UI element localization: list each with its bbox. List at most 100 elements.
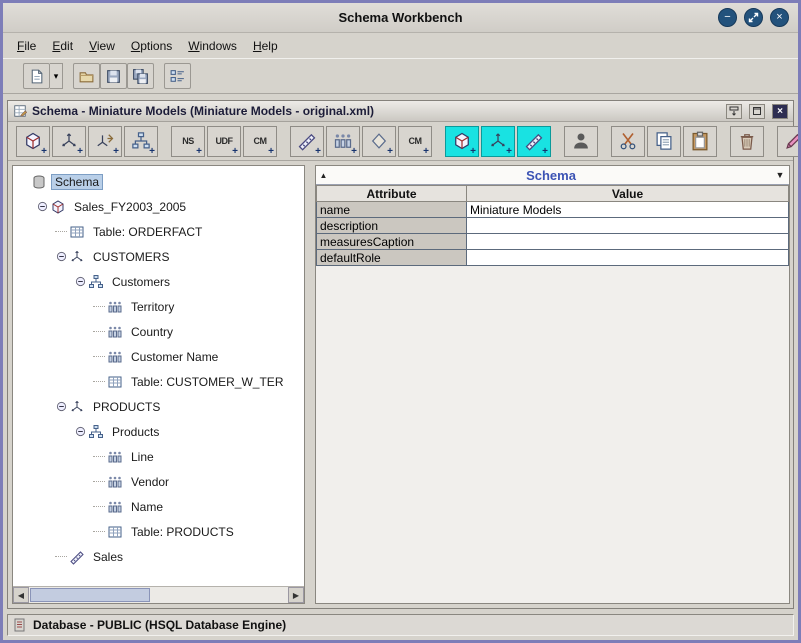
tree-item-level-country[interactable]: Country	[13, 319, 304, 344]
tree-item-label: Sales_FY2003_2005	[70, 199, 190, 215]
value-cell[interactable]	[467, 234, 789, 250]
new-schema-dropdown-button[interactable]: ▾	[50, 63, 63, 89]
tree-item-level-line[interactable]: Line	[13, 444, 304, 469]
minimize-button[interactable]: −	[718, 8, 737, 27]
add-virtual-cube-calculated-member-button[interactable]: CM +	[398, 126, 432, 157]
value-cell[interactable]	[467, 218, 789, 234]
add-role-button[interactable]	[564, 126, 598, 157]
new-schema-button[interactable]	[23, 63, 50, 89]
tree-item-table-customer-w-ter[interactable]: Table: CUSTOMER_W_TER	[13, 369, 304, 394]
properties-dropdown-button[interactable]: ▼	[771, 170, 789, 180]
value-cell[interactable]: Miniature Models	[467, 202, 789, 218]
split-divider[interactable]	[305, 165, 315, 604]
paste-button[interactable]	[683, 126, 717, 157]
add-dimension-usage-button[interactable]: +	[88, 126, 122, 157]
schema-toolbar: + + + + NS +	[8, 122, 793, 161]
cube-icon	[23, 131, 43, 151]
virtual-cube-icon	[452, 131, 472, 151]
dimension-icon	[69, 248, 88, 265]
tree-item-measure-sales[interactable]: Sales	[13, 544, 304, 569]
tree-item-level-vendor[interactable]: Vendor	[13, 469, 304, 494]
save-button[interactable]	[100, 63, 127, 89]
open-button[interactable]	[73, 63, 100, 89]
maximize-button[interactable]	[744, 8, 763, 27]
level-icon	[333, 131, 353, 151]
expander-icon[interactable]	[53, 401, 69, 412]
attribute-cell: defaultRole	[317, 250, 467, 266]
tree-item-label: Table: CUSTOMER_W_TER	[127, 374, 287, 390]
level-icon	[107, 298, 126, 315]
add-level-button[interactable]: +	[326, 126, 360, 157]
property-icon	[369, 131, 389, 151]
scroll-left-button[interactable]: ◀	[13, 587, 29, 603]
add-hierarchy-button[interactable]: +	[124, 126, 158, 157]
add-user-defined-function-button[interactable]: UDF +	[207, 126, 241, 157]
delete-button[interactable]	[730, 126, 764, 157]
dimension-icon	[59, 131, 79, 151]
add-measure-button[interactable]: +	[290, 126, 324, 157]
expander-icon[interactable]	[72, 426, 88, 437]
tree-item-hierarchy-customers[interactable]: Customers	[13, 269, 304, 294]
menu-file[interactable]: File	[9, 36, 44, 56]
add-calculated-member-button[interactable]: CM +	[243, 126, 277, 157]
edit-pencil-icon	[784, 131, 801, 151]
tree-item-level-customer-name[interactable]: Customer Name	[13, 344, 304, 369]
hierarchy-icon	[88, 273, 107, 290]
tree-item-dimension-customers[interactable]: CUSTOMERS	[13, 244, 304, 269]
tree-item-table-products[interactable]: Table: PRODUCTS	[13, 519, 304, 544]
scroll-right-button[interactable]: ▶	[288, 587, 304, 603]
new-schema-icon	[28, 68, 45, 85]
internal-frame-titlebar: Schema - Miniature Models (Miniature Mod…	[8, 101, 793, 122]
tree-item-label: Vendor	[127, 474, 173, 490]
tree-item-level-name[interactable]: Name	[13, 494, 304, 519]
edit-mode-button[interactable]	[777, 126, 801, 157]
frame-iconify-button[interactable]	[726, 104, 742, 119]
tree-item-level-territory[interactable]: Territory	[13, 294, 304, 319]
attribute-column-header: Attribute	[317, 186, 467, 202]
cut-button[interactable]	[611, 126, 645, 157]
tree-item-cube-sales[interactable]: Sales_FY2003_2005	[13, 194, 304, 219]
level-icon	[107, 498, 126, 515]
tree-horizontal-scrollbar[interactable]: ◀ ▶	[13, 586, 304, 603]
schema-tree: Schema Sales_FY2003_2005 Table: ORDERFAC…	[13, 166, 304, 586]
add-cube-button[interactable]: +	[16, 126, 50, 157]
tree-line	[91, 456, 107, 457]
tree-item-label: Name	[127, 499, 167, 515]
preferences-button[interactable]	[164, 63, 191, 89]
table-icon	[107, 523, 126, 540]
menu-windows[interactable]: Windows	[180, 36, 245, 56]
menu-options[interactable]: Options	[123, 36, 180, 56]
expander-icon[interactable]	[34, 201, 50, 212]
frame-close-button[interactable]: ×	[772, 104, 788, 119]
tree-line	[91, 306, 107, 307]
menu-help[interactable]: Help	[245, 36, 286, 56]
chevron-down-icon: ▾	[54, 71, 59, 82]
add-virtual-cube-measure-button[interactable]: +	[517, 126, 551, 157]
scrollbar-thumb[interactable]	[30, 588, 150, 602]
save-as-button[interactable]	[127, 63, 154, 89]
add-named-set-button[interactable]: NS +	[171, 126, 205, 157]
add-virtual-cube-dimension-button[interactable]: +	[481, 126, 515, 157]
tree-item-dimension-products[interactable]: PRODUCTS	[13, 394, 304, 419]
add-dimension-button[interactable]: +	[52, 126, 86, 157]
expander-icon[interactable]	[72, 276, 88, 287]
expander-icon[interactable]	[53, 251, 69, 262]
copy-button[interactable]	[647, 126, 681, 157]
add-property-button[interactable]: +	[362, 126, 396, 157]
collapse-up-button[interactable]: ▲	[316, 167, 331, 184]
tree-item-table-orderfact[interactable]: Table: ORDERFACT	[13, 219, 304, 244]
paste-clipboard-icon	[690, 131, 710, 151]
menu-edit[interactable]: Edit	[44, 36, 81, 56]
close-icon: ×	[776, 12, 782, 23]
add-virtual-cube-button[interactable]: +	[445, 126, 479, 157]
titlebar: Schema Workbench − ×	[3, 3, 798, 33]
frame-maximize-button[interactable]	[749, 104, 765, 119]
menu-view[interactable]: View	[81, 36, 123, 56]
virtual-dimension-icon	[488, 131, 508, 151]
main-toolbar: ▾	[3, 58, 798, 94]
close-button[interactable]: ×	[770, 8, 789, 27]
cube-icon	[50, 198, 69, 215]
tree-item-hierarchy-products[interactable]: Products	[13, 419, 304, 444]
tree-item-schema[interactable]: Schema	[13, 169, 304, 194]
value-cell[interactable]	[467, 250, 789, 266]
